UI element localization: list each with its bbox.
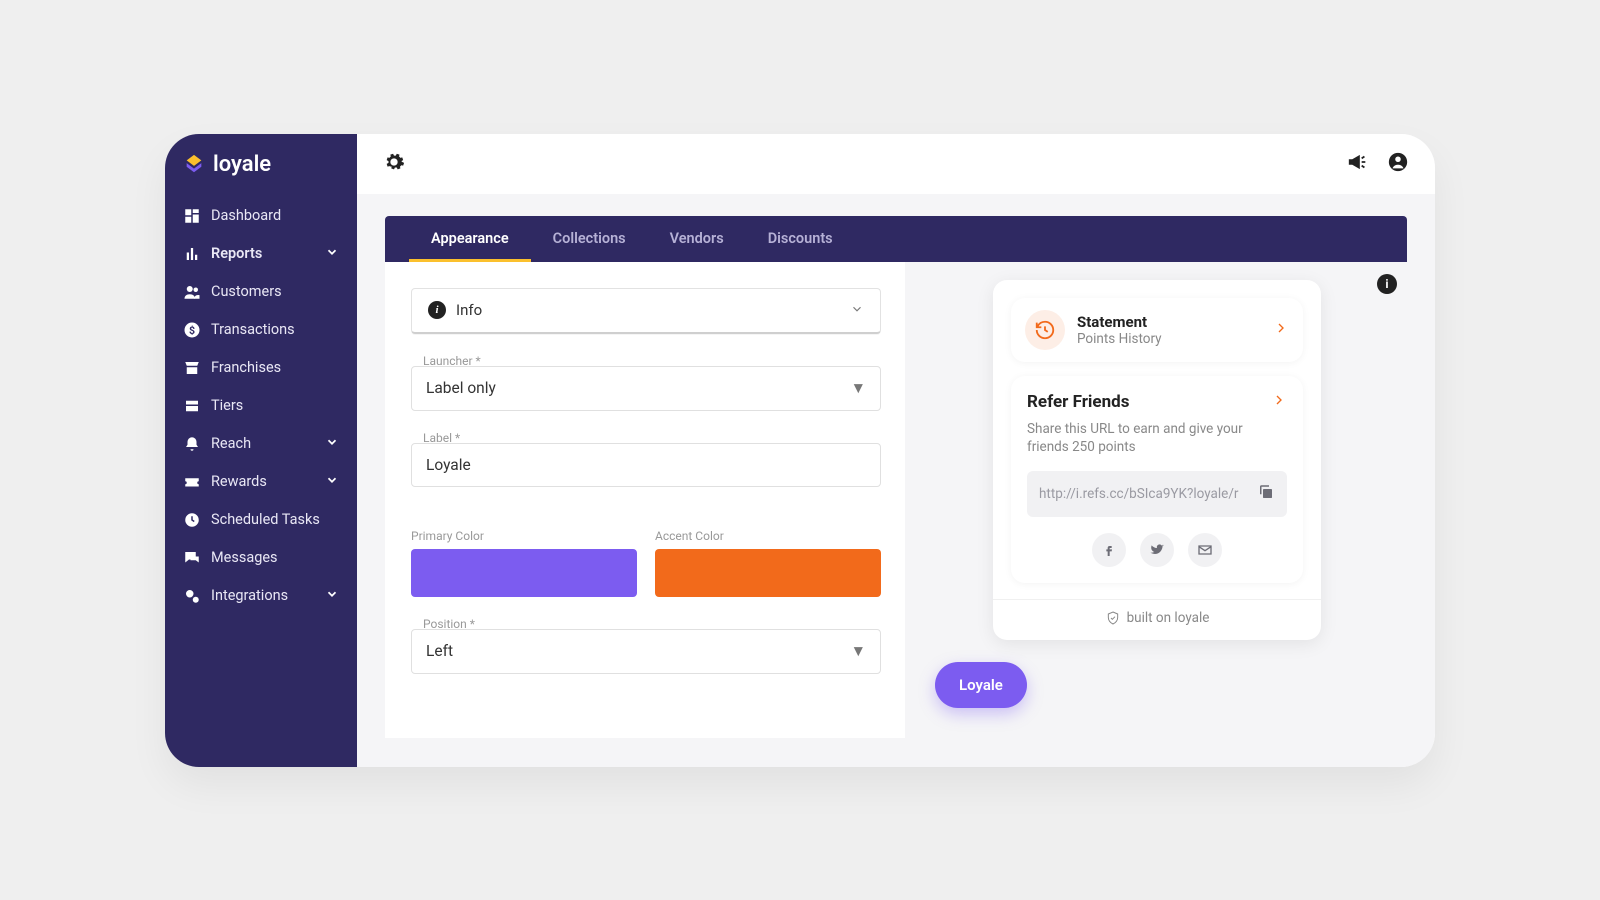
statement-subtitle: Points History [1077, 331, 1162, 347]
sidebar-item-label: Customers [211, 283, 282, 300]
position-value: Left [426, 642, 453, 660]
label-value: Loyale [426, 456, 471, 474]
refer-url-box: http://i.refs.cc/bSIca9YK?loyale/r [1027, 471, 1287, 517]
sidebar-item-messages[interactable]: Messages [165, 539, 357, 577]
appearance-form: i Info Launcher * Label only ▼ Label * L… [411, 288, 881, 679]
refer-card: Refer Friends Share this URL to earn and… [1011, 376, 1303, 584]
chevron-down-icon [325, 587, 339, 605]
primary-color-swatch[interactable] [411, 549, 637, 597]
sidebar-item-label: Tiers [211, 397, 243, 414]
bell-icon [183, 435, 201, 453]
accent-color-label: Accent Color [655, 529, 881, 543]
sidebar-item-transactions[interactable]: $ Transactions [165, 311, 357, 349]
chevron-down-icon [325, 435, 339, 453]
sidebar-item-label: Franchises [211, 359, 281, 376]
svg-text:$: $ [189, 323, 195, 336]
primary-color-label: Primary Color [411, 529, 637, 543]
settings-icon[interactable] [383, 151, 405, 177]
sidebar-item-rewards[interactable]: Rewards [165, 463, 357, 501]
sidebar-item-reports[interactable]: Reports [165, 235, 357, 273]
gears-icon [183, 587, 201, 605]
brand-name: loyale [213, 152, 271, 177]
dropdown-arrow-icon: ▼ [851, 379, 866, 398]
tabs: Appearance Collections Vendors Discounts [385, 216, 1407, 262]
main: Appearance Collections Vendors Discounts… [357, 134, 1435, 767]
history-icon [1025, 310, 1065, 350]
shield-icon [1105, 610, 1121, 626]
brand: loyale [165, 152, 357, 191]
nav: Dashboard Reports Customers $ Transactio… [165, 191, 357, 615]
preview-panel: i Statement Points History [905, 262, 1407, 739]
share-icons [1027, 533, 1287, 567]
ticket-icon [183, 473, 201, 491]
content: Appearance Collections Vendors Discounts… [357, 194, 1435, 767]
sidebar-item-label: Integrations [211, 587, 288, 604]
sidebar-item-dashboard[interactable]: Dashboard [165, 197, 357, 235]
topbar [357, 134, 1435, 194]
info-icon: i [428, 301, 446, 319]
sidebar-item-label: Reach [211, 435, 251, 452]
info-section-header[interactable]: i Info [411, 288, 881, 334]
launcher-preview-button[interactable]: Loyale [935, 662, 1027, 708]
chevron-right-icon [1273, 320, 1289, 340]
sidebar-item-label: Reports [211, 245, 262, 262]
chevron-down-icon [325, 473, 339, 491]
statement-row[interactable]: Statement Points History [1011, 298, 1303, 362]
email-icon[interactable] [1188, 533, 1222, 567]
brand-logo-icon [183, 153, 205, 175]
position-select[interactable]: Left ▼ [411, 629, 881, 674]
tab-collections[interactable]: Collections [531, 216, 648, 262]
info-badge-icon[interactable]: i [1377, 274, 1397, 294]
dollar-icon: $ [183, 321, 201, 339]
sidebar-item-customers[interactable]: Customers [165, 273, 357, 311]
bar-chart-icon [183, 245, 201, 263]
info-label: Info [456, 301, 482, 319]
megaphone-icon[interactable] [1347, 151, 1369, 177]
sidebar-item-label: Scheduled Tasks [211, 511, 320, 528]
chevron-down-icon [325, 245, 339, 263]
sidebar-item-label: Dashboard [211, 207, 281, 224]
sidebar-item-label: Rewards [211, 473, 267, 490]
launcher-value: Label only [426, 379, 496, 397]
refer-title: Refer Friends [1027, 392, 1129, 412]
chat-icon [183, 549, 201, 567]
people-icon [183, 283, 201, 301]
dropdown-arrow-icon: ▼ [851, 642, 866, 661]
clock-icon [183, 511, 201, 529]
twitter-icon[interactable] [1140, 533, 1174, 567]
grid-icon [183, 207, 201, 225]
refer-url: http://i.refs.cc/bSIca9YK?loyale/r [1039, 486, 1249, 502]
sidebar-item-integrations[interactable]: Integrations [165, 577, 357, 615]
sidebar-item-scheduled-tasks[interactable]: Scheduled Tasks [165, 501, 357, 539]
built-label: built on loyale [1127, 610, 1210, 626]
sidebar-item-label: Transactions [211, 321, 295, 338]
tab-appearance[interactable]: Appearance [409, 216, 531, 262]
label-input[interactable]: Loyale [411, 443, 881, 487]
statement-title: Statement [1077, 313, 1162, 331]
panel-body: i Info Launcher * Label only ▼ Label * L… [385, 262, 1407, 739]
facebook-icon[interactable] [1092, 533, 1126, 567]
chevron-right-icon [1271, 392, 1287, 412]
layers-icon [183, 397, 201, 415]
tab-discounts[interactable]: Discounts [746, 216, 855, 262]
chevron-down-icon [850, 301, 864, 320]
account-icon[interactable] [1387, 151, 1409, 177]
accent-color-swatch[interactable] [655, 549, 881, 597]
app-window: loyale Dashboard Reports Customers $ Tra… [165, 134, 1435, 767]
sidebar-item-tiers[interactable]: Tiers [165, 387, 357, 425]
sidebar-item-franchises[interactable]: Franchises [165, 349, 357, 387]
widget-preview: Statement Points History Refer Friends S… [993, 280, 1321, 641]
sidebar-item-reach[interactable]: Reach [165, 425, 357, 463]
sidebar-item-label: Messages [211, 549, 278, 566]
store-icon [183, 359, 201, 377]
refer-desc: Share this URL to earn and give your fri… [1027, 420, 1287, 458]
tab-vendors[interactable]: Vendors [648, 216, 746, 262]
copy-icon[interactable] [1257, 483, 1275, 505]
sidebar: loyale Dashboard Reports Customers $ Tra… [165, 134, 357, 767]
built-on-loyale: built on loyale [993, 599, 1321, 626]
launcher-select[interactable]: Label only ▼ [411, 366, 881, 411]
